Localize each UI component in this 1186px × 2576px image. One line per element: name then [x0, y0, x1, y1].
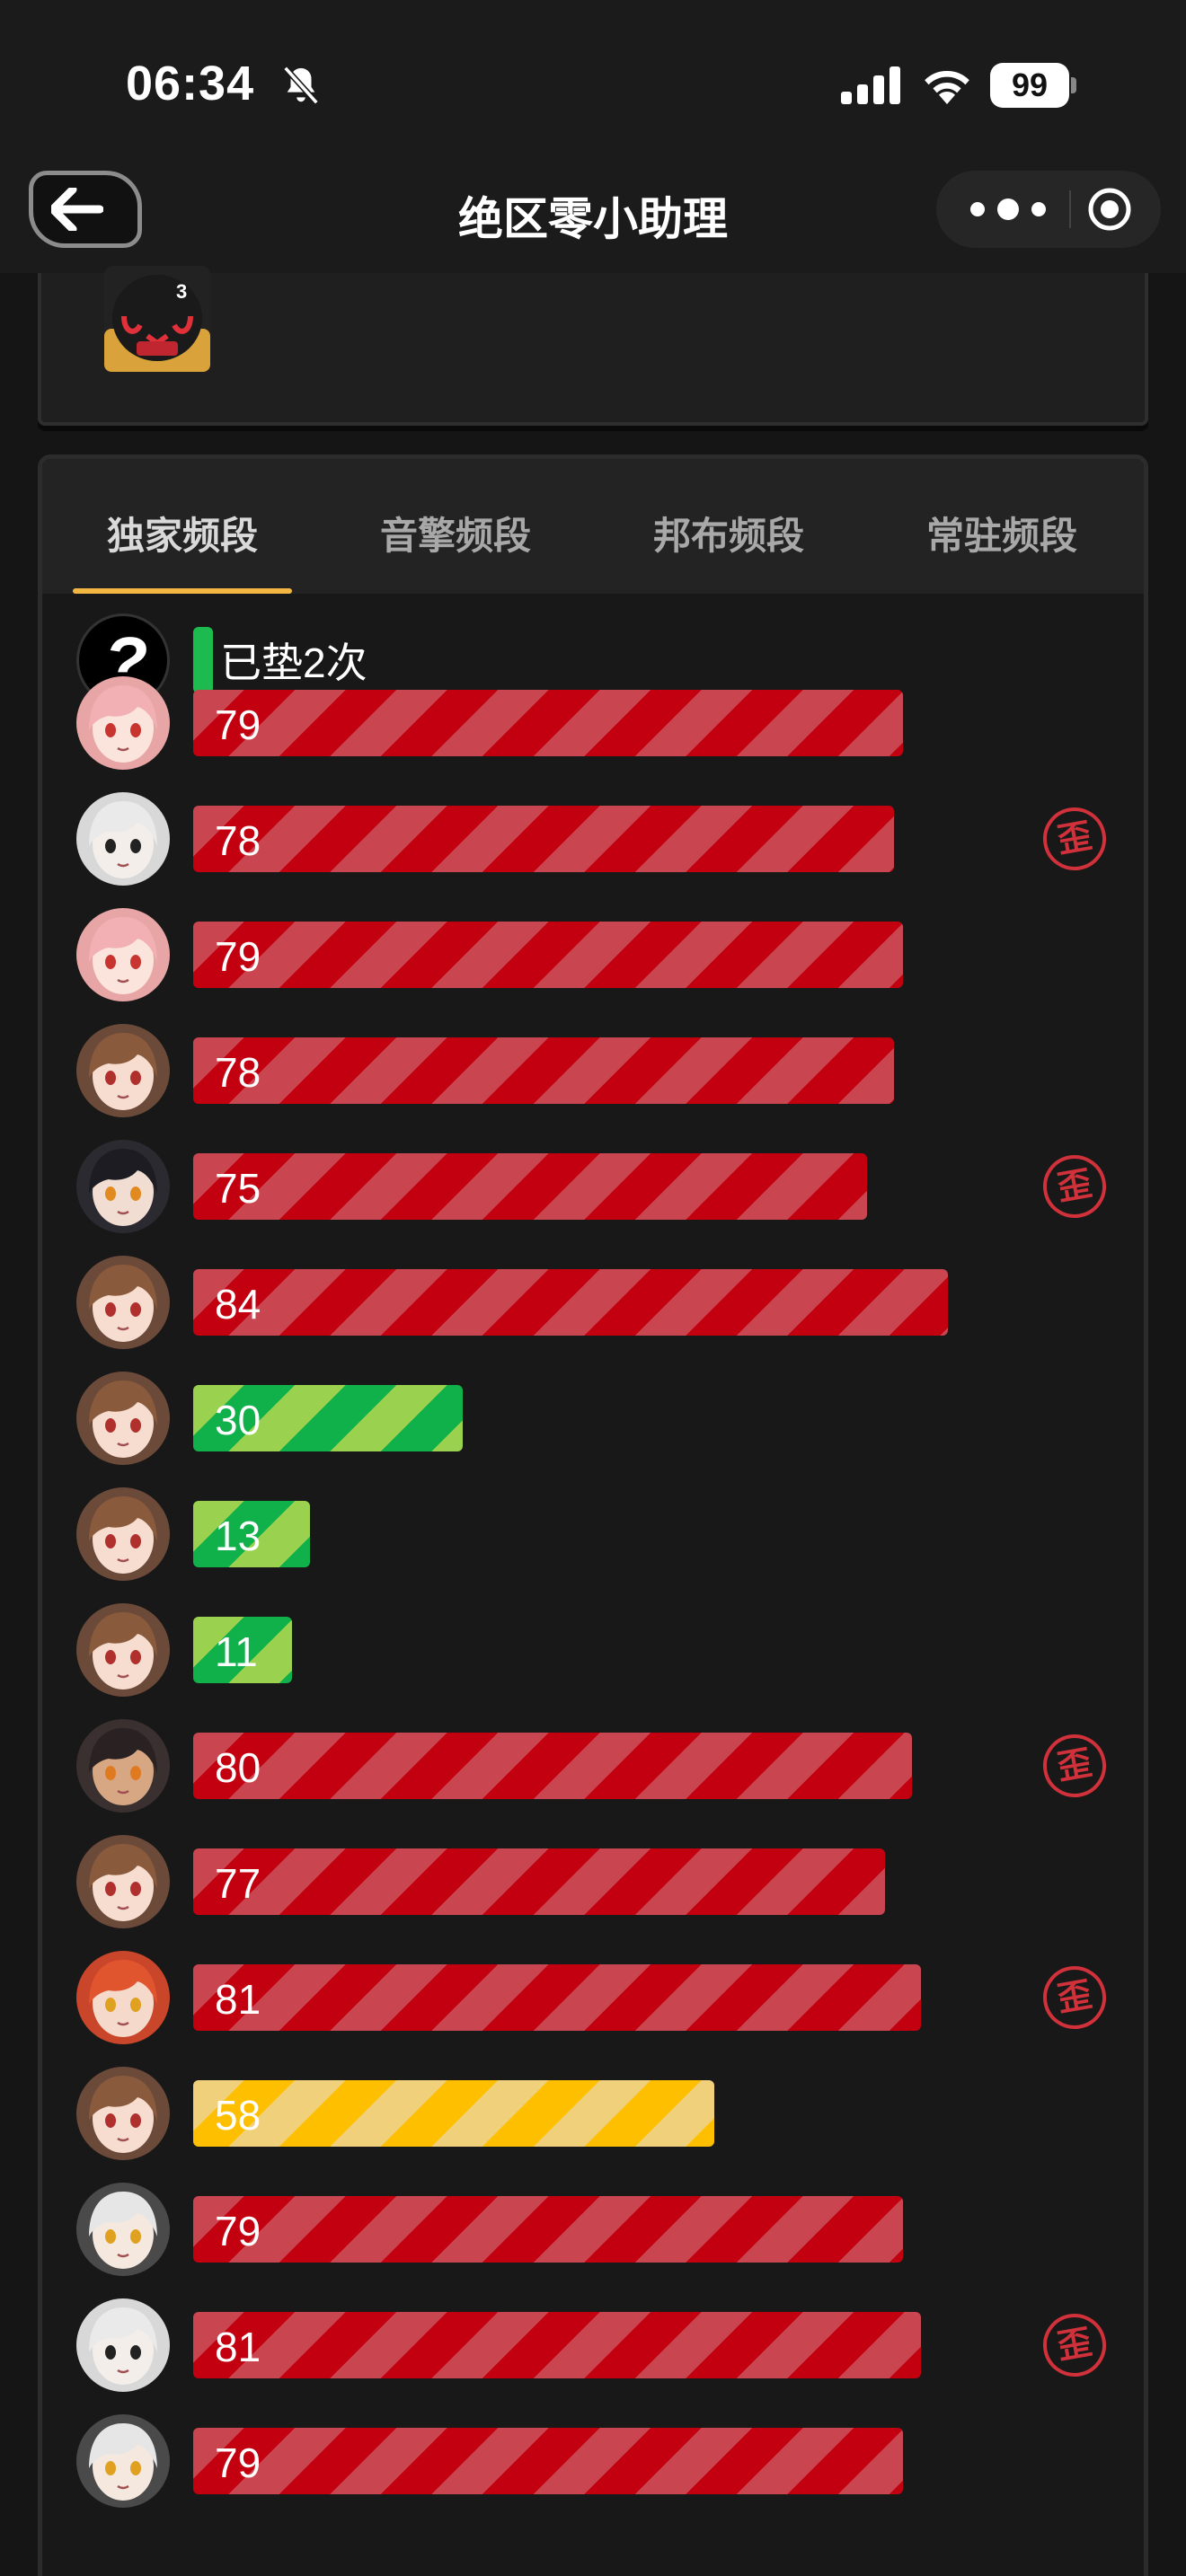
target-close-icon[interactable] [1084, 187, 1136, 232]
pull-row: 77 [42, 1832, 1144, 1931]
pull-history-card: 独家频段 音擎频段 邦布频段 常驻频段 ? 已垫2次 79 78 歪 79 78 75 歪 8… [38, 454, 1148, 2576]
status-time: 06:34 [126, 57, 255, 110]
pull-row: 81 歪 [42, 2296, 1144, 2395]
pity-bar-value: 80 [215, 1744, 261, 1791]
pity-bar-value: 84 [215, 1281, 261, 1328]
pity-bar: 79 [193, 922, 903, 988]
pity-bar: 11 [193, 1617, 292, 1683]
tab-exclusive[interactable]: 独家频段 [75, 506, 290, 560]
tab-w-engine[interactable]: 音擎频段 [348, 506, 563, 560]
bangboo-avatar: 3 [104, 266, 210, 372]
agent-avatar [76, 1487, 170, 1581]
pity-bar: 58 [193, 2080, 714, 2147]
pity-bar-value: 79 [215, 2208, 261, 2254]
pull-row: 84 [42, 1253, 1144, 1352]
agent-avatar [76, 2067, 170, 2160]
pity-bar: 78 [193, 1037, 894, 1104]
agent-avatar [76, 676, 170, 770]
bangboo-badge: 3 [176, 280, 187, 303]
capsule-divider [1069, 190, 1071, 228]
wifi-icon [925, 70, 969, 104]
tab-bangboo[interactable]: 邦布频段 [621, 506, 836, 560]
pity-bar-value: 11 [215, 1628, 258, 1675]
pity-bar: 84 [193, 1269, 948, 1336]
pity-bar-value: 77 [215, 1860, 261, 1907]
cellular-signal-icon [841, 66, 900, 104]
agent-avatar [76, 1603, 170, 1697]
agent-avatar [76, 908, 170, 1001]
pity-bar: 79 [193, 2428, 903, 2494]
pull-row: 79 [42, 2412, 1144, 2510]
agent-avatar [76, 1951, 170, 2044]
pity-bar-value: 13 [215, 1513, 261, 1559]
battery-indicator: 99 [990, 63, 1076, 108]
off-banner-badge: 歪 [1038, 1729, 1111, 1803]
agent-avatar [76, 1256, 170, 1349]
off-banner-badge: 歪 [1038, 1961, 1111, 2034]
off-banner-badge: 歪 [1038, 802, 1111, 876]
banner-tabs: 独家频段 音擎频段 邦布频段 常驻频段 [42, 459, 1144, 594]
pull-row: 79 [42, 905, 1144, 1004]
bangboo-icon: 3 [104, 275, 210, 372]
pull-row: 30 [42, 1369, 1144, 1468]
off-banner-badge: 歪 [1038, 2308, 1111, 2382]
pity-bar: 13 [193, 1501, 310, 1567]
character-summary-card: 3 [38, 266, 1148, 426]
pull-row: 75 歪 [42, 1137, 1144, 1236]
status-bar: 06:34 99 [0, 0, 1186, 171]
more-dots-icon[interactable] [963, 189, 1053, 230]
battery-level: 99 [990, 63, 1069, 108]
agent-avatar [76, 1140, 170, 1233]
pull-row: 78 歪 [42, 790, 1144, 888]
pity-bar-value: 58 [215, 2092, 261, 2139]
agent-avatar [76, 1835, 170, 1928]
navigation-bar: 绝区零小助理 [0, 171, 1186, 273]
pity-bar-value: 78 [215, 817, 261, 864]
agent-avatar [76, 2183, 170, 2276]
miniprogram-capsule [936, 171, 1161, 248]
tab-standard[interactable]: 常驻频段 [894, 506, 1110, 560]
pity-bar-value: 79 [215, 933, 261, 980]
pull-row: 81 歪 [42, 1948, 1144, 2047]
pity-bar-value: 78 [215, 1049, 261, 1096]
pity-bar-value: 75 [215, 1165, 261, 1212]
pull-row: 58 [42, 2064, 1144, 2163]
active-tab-indicator [73, 588, 292, 594]
off-banner-badge: 歪 [1038, 1150, 1111, 1223]
pity-bar: 75 [193, 1153, 867, 1220]
pity-bar-value: 81 [215, 1976, 261, 2023]
pity-bar: 77 [193, 1848, 885, 1915]
bell-slash-icon [283, 66, 319, 105]
pity-bar: 78 [193, 806, 894, 872]
pull-row: 13 [42, 1485, 1144, 1584]
pity-bar: 81 [193, 2312, 921, 2378]
pull-row: 80 歪 [42, 1716, 1144, 1815]
battery-tip [1071, 77, 1076, 93]
pity-bar: 30 [193, 1385, 463, 1451]
pity-bar-value: 30 [215, 1397, 261, 1443]
pity-bar: 80 [193, 1733, 912, 1799]
agent-avatar [76, 2298, 170, 2392]
pity-bar: 79 [193, 2196, 903, 2263]
agent-avatar [76, 1719, 170, 1813]
pity-bar-value: 79 [215, 701, 261, 748]
pity-bar-value: 79 [215, 2439, 261, 2486]
pull-row: 78 [42, 1021, 1144, 1120]
agent-avatar [76, 792, 170, 886]
pity-bar-value: 81 [215, 2324, 261, 2370]
agent-avatar [76, 2414, 170, 2508]
pity-bar: 79 [193, 690, 903, 756]
pity-bar: 81 [193, 1964, 921, 2031]
pull-row: 79 [42, 2180, 1144, 2279]
pull-row: 79 [42, 674, 1144, 772]
agent-avatar [76, 1372, 170, 1465]
agent-avatar [76, 1024, 170, 1117]
pull-row: 11 [42, 1601, 1144, 1699]
